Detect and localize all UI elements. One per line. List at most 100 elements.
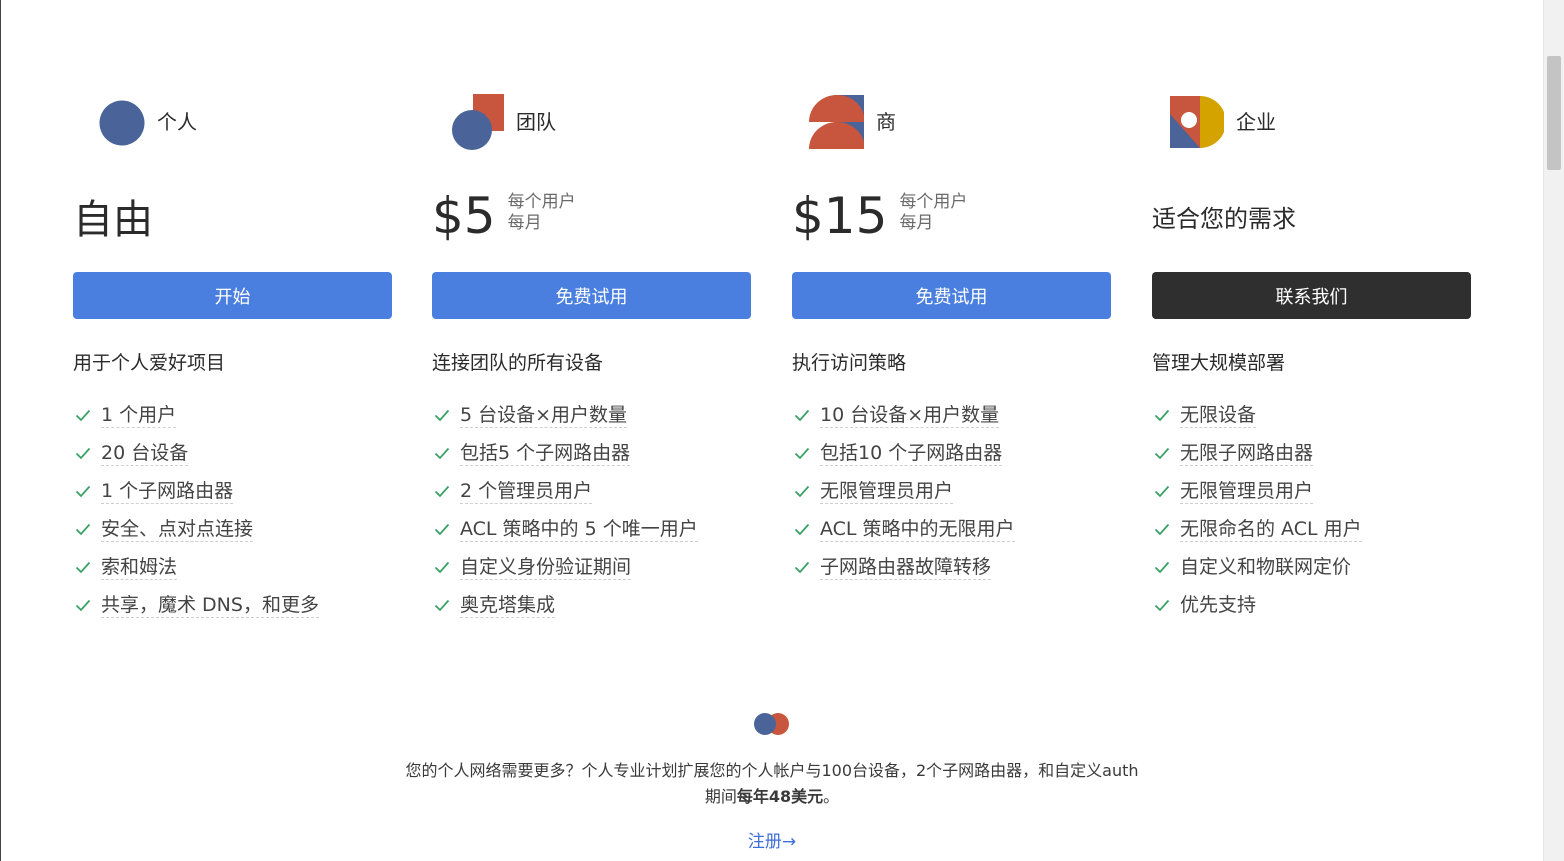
plan-description: 执行访问策略 [792,352,907,374]
feature-label[interactable]: 10 台设备×用户数量 [820,403,1000,428]
check-icon [434,447,450,460]
feature-item: 无限管理员用户 [792,472,1015,510]
check-icon [75,561,91,574]
plan-description: 管理大规模部署 [1152,352,1286,374]
plan-price: 自由 [73,186,153,246]
feature-label[interactable]: 共享，魔术 DNS，和更多 [101,593,319,618]
feature-list: 无限设备 无限子网路由器 无限管理员用户 无限命名的 ACL 用户 自定义和物联… [1152,396,1362,624]
plan-card-enterprise: 企业 适合您的需求 联系我们 管理大规模部署 无限设备 无限子网路由器 无限管理… [1152,0,1472,640]
feature-list: 5 台设备×用户数量 包括5 个子网路由器 2 个管理员用户 ACL 策略中的 … [432,396,698,624]
plan-price: $15 每个用户 每月 [792,186,967,246]
personal-plan-logo [99,100,145,146]
feature-label[interactable]: 1 个子网路由器 [101,479,234,504]
price-note-per-user: 每个用户 [507,192,576,212]
personal-pro-logo [754,713,789,735]
price-note-per-month: 每月 [507,213,542,233]
pro-description-end: 。 [823,787,840,806]
feature-item: 共享，魔术 DNS，和更多 [73,586,319,624]
pricing-plans: 个人 自由 开始 用于个人爱好项目 1 个用户 20 台设备 1 个子网路由器 … [0,0,1544,640]
pro-price-highlight: 每年48美元 [736,787,824,806]
price-note: 每个用户 每月 [508,192,576,234]
feature-label[interactable]: 无限子网路由器 [1180,441,1314,466]
feature-label[interactable]: 包括5 个子网路由器 [460,441,631,466]
feature-item: 优先支持 [1152,586,1362,624]
get-started-button[interactable]: 开始 [73,272,392,319]
price-note: 每个用户 每月 [899,192,967,234]
price-note-per-month: 每月 [899,213,934,233]
scrollbar-thumb[interactable] [1547,56,1561,170]
feature-label[interactable]: 包括10 个子网路由器 [820,441,1003,466]
check-icon [1154,447,1170,460]
feature-item: 5 台设备×用户数量 [432,396,698,434]
check-icon [75,447,91,460]
feature-item: 无限子网路由器 [1152,434,1362,472]
feature-label[interactable]: 自定义身份验证期间 [460,555,632,580]
feature-label[interactable]: 1 个用户 [101,403,177,428]
feature-label[interactable]: ACL 策略中的无限用户 [820,517,1015,542]
check-icon [434,409,450,422]
free-trial-button[interactable]: 免费试用 [432,272,751,319]
contact-us-button[interactable]: 联系我们 [1152,272,1471,319]
plan-name: 团队 [516,110,556,134]
check-icon [1154,409,1170,422]
check-icon [434,485,450,498]
feature-item: 安全、点对点连接 [73,510,319,548]
team-plan-logo [452,94,504,150]
check-icon [794,523,810,536]
check-icon [434,599,450,612]
check-icon [75,523,91,536]
plan-price: $5 每个用户 每月 [432,186,576,246]
check-icon [794,447,810,460]
free-trial-button[interactable]: 免费试用 [792,272,1111,319]
business-plan-logo [809,95,864,149]
price-text: 自由 [73,197,153,243]
feature-item: 1 个用户 [73,396,319,434]
feature-label[interactable]: 无限管理员用户 [1180,479,1314,504]
feature-label[interactable]: 无限命名的 ACL 用户 [1180,517,1362,542]
feature-label: 优先支持 [1180,594,1257,616]
feature-label[interactable]: 安全、点对点连接 [101,517,254,542]
check-icon [794,561,810,574]
check-icon [794,485,810,498]
feature-label[interactable]: 奥克塔集成 [460,593,556,618]
enterprise-plan-logo [1170,96,1224,148]
feature-item: ACL 策略中的无限用户 [792,510,1015,548]
check-icon [434,561,450,574]
plan-card-team: 团队 $5 每个用户 每月 免费试用 连接团队的所有设备 5 台设备×用户数量 … [432,0,752,640]
feature-list: 10 台设备×用户数量 包括10 个子网路由器 无限管理员用户 ACL 策略中的… [792,396,1015,586]
plan-name: 商 [876,110,896,134]
plan-name: 个人 [157,110,197,134]
feature-item: ACL 策略中的 5 个唯一用户 [432,510,698,548]
feature-label[interactable]: 子网路由器故障转移 [820,555,992,580]
price-note-per-user: 每个用户 [899,192,968,212]
feature-label[interactable]: 无限管理员用户 [820,479,954,504]
check-icon [75,599,91,612]
feature-item: 10 台设备×用户数量 [792,396,1015,434]
feature-item: 自定义和物联网定价 [1152,548,1362,586]
feature-label[interactable]: 索和姆法 [101,555,178,580]
feature-label[interactable]: 5 台设备×用户数量 [460,403,628,428]
vertical-scrollbar[interactable] [1543,0,1564,861]
check-icon [794,409,810,422]
price-amount: $15 [792,187,888,245]
feature-item: 无限设备 [1152,396,1362,434]
feature-label[interactable]: ACL 策略中的 5 个唯一用户 [460,517,698,542]
feature-label[interactable]: 2 个管理员用户 [460,479,593,504]
feature-label[interactable]: 20 台设备 [101,441,189,466]
price-text: 适合您的需求 [1152,204,1296,233]
feature-item: 子网路由器故障转移 [792,548,1015,586]
feature-item: 自定义身份验证期间 [432,548,698,586]
feature-item: 无限命名的 ACL 用户 [1152,510,1362,548]
plan-description: 用于个人爱好项目 [73,352,226,374]
check-icon [75,409,91,422]
price-amount: $5 [432,187,496,245]
feature-label[interactable]: 无限设备 [1180,403,1257,428]
plan-name: 企业 [1236,110,1276,134]
feature-item: 2 个管理员用户 [432,472,698,510]
plan-card-personal: 个人 自由 开始 用于个人爱好项目 1 个用户 20 台设备 1 个子网路由器 … [73,0,393,640]
feature-item: 20 台设备 [73,434,319,472]
feature-label: 自定义和物联网定价 [1180,556,1352,578]
personal-pro-description: 您的个人网络需要更多？个人专业计划扩展您的个人帐户与100台设备，2个子网路由器… [400,758,1144,810]
sign-up-link[interactable]: 注册→ [722,827,822,852]
check-icon [434,523,450,536]
